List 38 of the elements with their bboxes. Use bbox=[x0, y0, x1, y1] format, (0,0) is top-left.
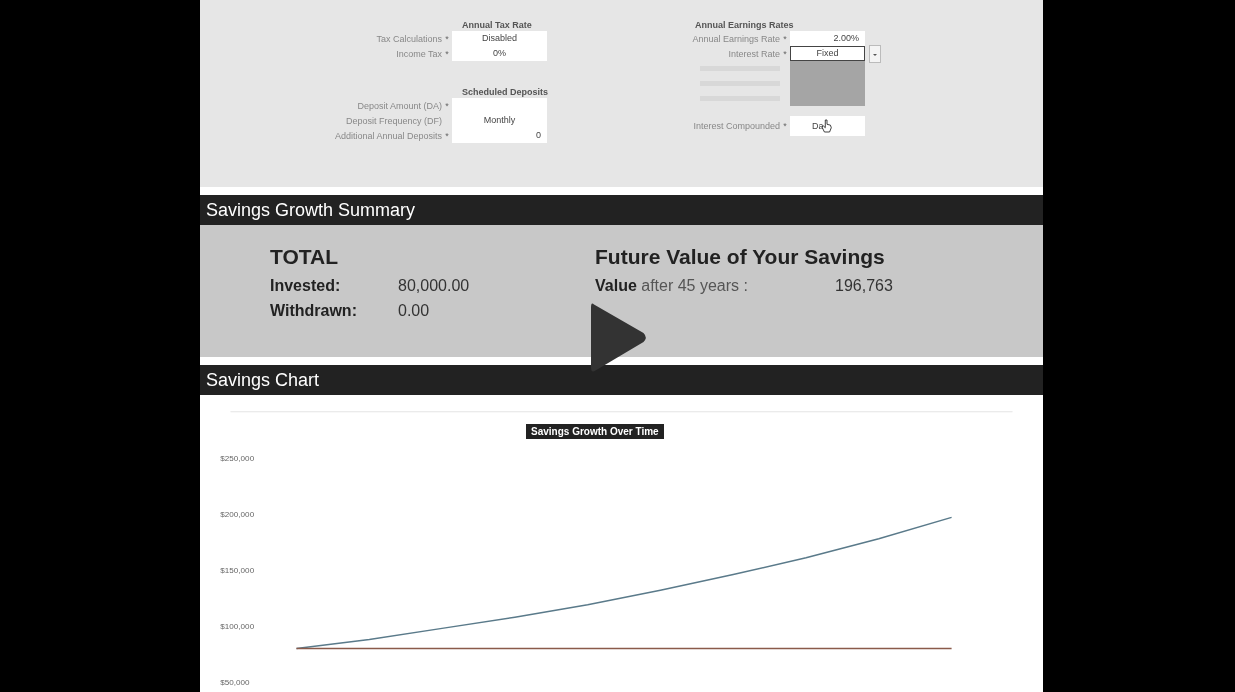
section-heading: Annual Earnings Rates bbox=[694, 20, 795, 31]
field-label: Deposit Amount (DA) bbox=[356, 100, 442, 111]
section-title-bar: Savings Chart bbox=[200, 365, 1043, 395]
input-field[interactable]: 0% bbox=[452, 46, 547, 61]
summary-value: 196,763 bbox=[835, 276, 893, 295]
input-field[interactable]: Da bbox=[790, 116, 865, 136]
field-label: Deposit Frequency (DF) bbox=[344, 115, 442, 126]
summary-value: 0.00 bbox=[398, 301, 430, 320]
required-mark: * bbox=[444, 48, 450, 59]
required-mark: * bbox=[782, 33, 788, 44]
hand-cursor-icon bbox=[821, 119, 833, 133]
section-heading: Annual Tax Rate bbox=[461, 20, 533, 31]
field-label: Interest Compounded bbox=[692, 121, 780, 131]
summary-label: Invested: bbox=[270, 276, 342, 295]
required-mark: * bbox=[444, 130, 450, 141]
input-field[interactable]: 2.00% bbox=[790, 31, 865, 46]
summary-heading: TOTAL bbox=[270, 245, 340, 270]
required-mark: * bbox=[782, 121, 788, 131]
section-heading: Scheduled Deposits bbox=[461, 87, 550, 98]
required-mark: * bbox=[444, 33, 450, 44]
required-mark: * bbox=[782, 48, 788, 59]
input-field[interactable] bbox=[452, 98, 547, 113]
input-field[interactable]: Disabled bbox=[452, 31, 547, 46]
field-label: Interest Rate bbox=[727, 48, 780, 59]
field-label: Tax Calculations bbox=[375, 33, 442, 44]
section-title-bar: Savings Growth Summary bbox=[200, 195, 1043, 226]
field-label: Income Tax bbox=[395, 48, 442, 59]
field-label: Annual Earnings Rate bbox=[691, 33, 780, 44]
summary-label: Value after 45 years : bbox=[595, 276, 749, 295]
required-mark: * bbox=[444, 100, 450, 111]
input-field[interactable]: 0 bbox=[452, 128, 547, 143]
summary-heading: Future Value of Your Savings bbox=[595, 245, 886, 270]
summary-label: Withdrawn: bbox=[270, 301, 358, 320]
input-field[interactable]: Monthly bbox=[452, 113, 547, 128]
summary-value: 80,000.00 bbox=[398, 276, 470, 295]
chart-title: Savings Growth Over Time bbox=[526, 424, 664, 439]
field-label: Additional Annual Deposits bbox=[333, 130, 442, 141]
dropdown-field[interactable]: Fixed bbox=[790, 46, 865, 61]
